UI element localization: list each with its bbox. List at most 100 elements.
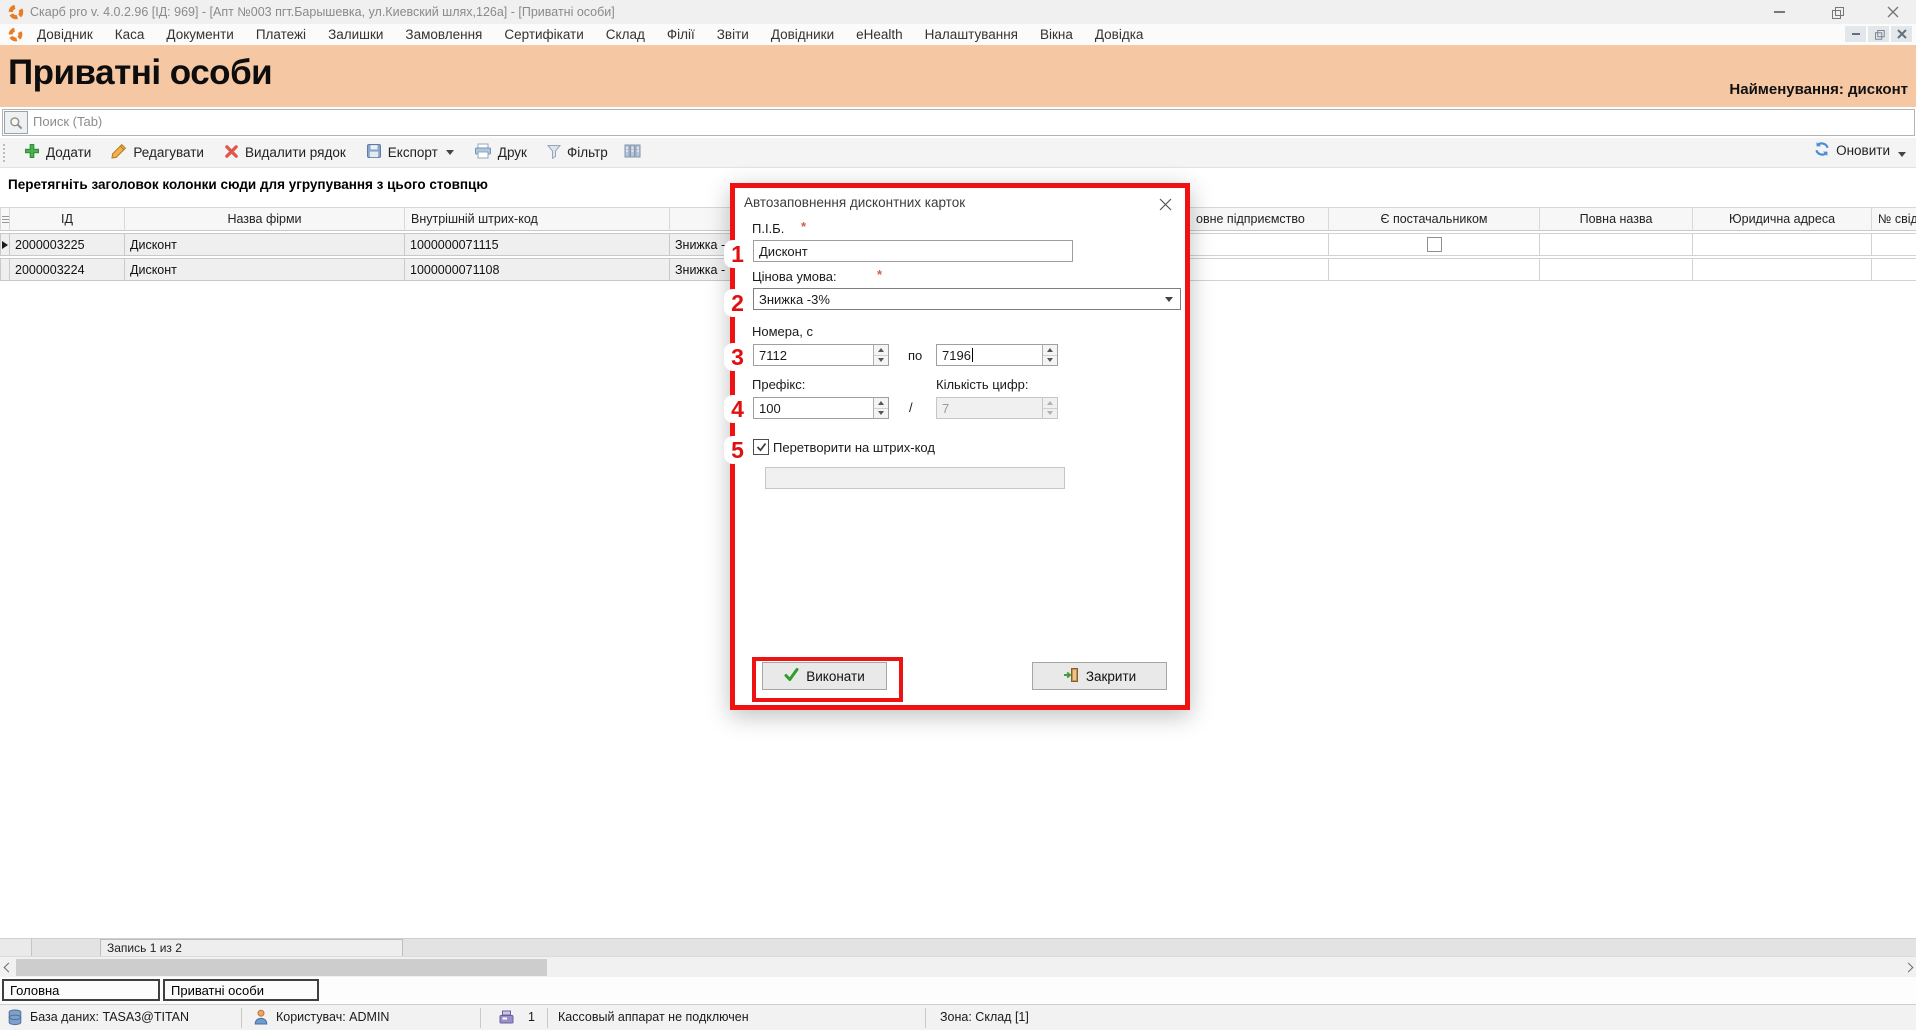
menu-dovidnyky[interactable]: Довідники (760, 27, 845, 42)
cell-enterprise[interactable] (1190, 258, 1329, 281)
toolbar: Додати Редагувати Видалити рядок Експорт… (0, 138, 1916, 168)
group-by-hint: Перетягніть заголовок колонки сюди для у… (8, 177, 488, 192)
cell-firm[interactable]: Дисконт (125, 233, 405, 256)
export-dropdown-arrow (446, 150, 454, 155)
cell-cert[interactable] (1872, 233, 1916, 256)
mdi-close-button[interactable] (1891, 26, 1912, 42)
horizontal-scrollbar[interactable] (0, 956, 1916, 977)
restore-button[interactable] (1820, 0, 1854, 24)
minimize-button[interactable] (1762, 0, 1796, 24)
cell-fullname[interactable] (1540, 258, 1693, 281)
mdi-restore-button[interactable] (1868, 26, 1889, 42)
tab-holovna[interactable]: Головна (2, 979, 160, 1001)
menu-dovidnyk[interactable]: Довідник (26, 27, 104, 42)
dialog-close-button[interactable]: Закрити (1032, 662, 1167, 690)
cell-supplier[interactable] (1329, 258, 1540, 281)
status-separator (925, 1008, 926, 1028)
status-separator (547, 1008, 548, 1028)
number-to-spinner[interactable] (1042, 345, 1057, 365)
export-button[interactable]: Експорт (356, 140, 464, 166)
mdi-minimize-button[interactable] (1845, 26, 1866, 42)
cell-address[interactable] (1693, 233, 1872, 256)
delete-row-button[interactable]: Видалити рядок (214, 140, 356, 166)
cell-cert[interactable] (1872, 258, 1916, 281)
cell-barcode[interactable]: 1000000071108 (405, 258, 670, 281)
menu-sklad[interactable]: Склад (595, 27, 656, 42)
status-user: Користувач: ADMIN (276, 1010, 389, 1024)
pib-input[interactable]: Дисконт (753, 240, 1073, 262)
column-header-enterprise[interactable]: овне підприємство (1190, 207, 1329, 231)
database-icon (8, 1009, 22, 1030)
column-chooser-button[interactable] (618, 140, 647, 166)
convert-to-barcode-label: Перетворити на штрих-код (773, 440, 935, 455)
search-input[interactable]: Поиск (Tab) (2, 109, 1915, 136)
record-count-label: Запись 1 из 2 (100, 939, 403, 957)
status-bar: База даних: TASA3@TITAN Користувач: ADMI… (0, 1004, 1916, 1030)
digits-count-label: Кількість цифр: (936, 377, 1028, 392)
barcode-preview-input (765, 467, 1065, 489)
menu-zvity[interactable]: Звіти (706, 27, 760, 42)
cell-supplier[interactable] (1329, 233, 1540, 256)
menu-filii[interactable]: Філії (656, 27, 706, 42)
refresh-button[interactable]: Оновити (1814, 141, 1890, 160)
menu-platezhi[interactable]: Платежі (245, 27, 317, 42)
menu-kasa[interactable]: Каса (104, 27, 156, 42)
cell-fullname[interactable] (1540, 233, 1693, 256)
scroll-right-button[interactable] (1900, 957, 1916, 978)
number-to-input[interactable]: 7196 (936, 344, 1058, 366)
edit-button[interactable]: Редагувати (101, 140, 214, 166)
prefix-input[interactable]: 100 (753, 397, 889, 419)
scrollbar-thumb[interactable] (16, 959, 547, 976)
column-header-id[interactable]: ІД (10, 207, 125, 231)
menu-dokumenty[interactable]: Документи (155, 27, 244, 42)
cell-firm[interactable]: Дисконт (125, 258, 405, 281)
column-header-address[interactable]: Юридична адреса (1693, 207, 1872, 231)
column-header-barcode[interactable]: Внутрішній штрих-код (405, 207, 670, 231)
selected-name-label: Найменування: дисконт (1729, 81, 1908, 98)
refresh-dropdown-arrow[interactable] (1898, 152, 1906, 157)
record-bar-segment (0, 939, 32, 957)
search-icon[interactable] (4, 111, 28, 134)
numbers-from-label: Номера, с (752, 324, 813, 339)
price-required-mark: * (877, 267, 882, 282)
menu-vikna[interactable]: Вікна (1029, 27, 1084, 42)
column-header-fullname[interactable]: Повна назва (1540, 207, 1693, 231)
column-header-supplier[interactable]: Є постачальником (1329, 207, 1540, 231)
close-button[interactable] (1876, 0, 1910, 24)
app-window: Скарб pro v. 4.0.2.96 [ІД: 969] - [Апт №… (0, 0, 1916, 1030)
column-header-firm[interactable]: Назва фірми (125, 207, 405, 231)
page-title: Приватні особи (8, 53, 272, 93)
prefix-spinner[interactable] (873, 398, 888, 418)
cell-id[interactable]: 2000003225 (10, 233, 125, 256)
export-icon (366, 143, 382, 162)
menu-zamovlennya[interactable]: Замовлення (394, 27, 493, 42)
cell-address[interactable] (1693, 258, 1872, 281)
add-button[interactable]: Додати (14, 140, 101, 166)
annotation-2: 2 (724, 289, 751, 317)
price-condition-select[interactable]: Знижка -3% (753, 288, 1181, 310)
annotation-1: 1 (724, 240, 751, 268)
grid-corner-cell[interactable] (0, 207, 10, 231)
pib-required-mark: * (801, 219, 806, 234)
chevron-left-icon (3, 963, 13, 973)
filter-button[interactable]: Фільтр (537, 140, 618, 166)
number-from-input[interactable]: 7112 (753, 344, 889, 366)
cell-enterprise[interactable] (1190, 233, 1329, 256)
search-placeholder: Поиск (Tab) (33, 114, 102, 129)
menu-sertyfikaty[interactable]: Сертифікати (493, 27, 594, 42)
tab-pryvatni-osoby[interactable]: Приватні особи (163, 979, 319, 1001)
number-from-spinner[interactable] (873, 345, 888, 365)
cell-barcode[interactable]: 1000000071115 (405, 233, 670, 256)
menu-zalyshky[interactable]: Залишки (317, 27, 394, 42)
convert-to-barcode-checkbox[interactable] (753, 439, 769, 455)
price-condition-label: Цінова умова: (752, 269, 837, 284)
print-button[interactable]: Друк (464, 140, 537, 166)
menu-nalashtuvannya[interactable]: Налаштування (914, 27, 1029, 42)
column-header-cert[interactable]: № свід (1872, 207, 1916, 231)
scroll-left-button[interactable] (0, 957, 16, 978)
dialog-close-icon[interactable] (1155, 194, 1175, 214)
menu-ehealth[interactable]: eHealth (845, 27, 914, 42)
cell-id[interactable]: 2000003224 (10, 258, 125, 281)
supplier-checkbox[interactable] (1427, 237, 1442, 252)
menu-dovidka[interactable]: Довідка (1084, 27, 1155, 42)
